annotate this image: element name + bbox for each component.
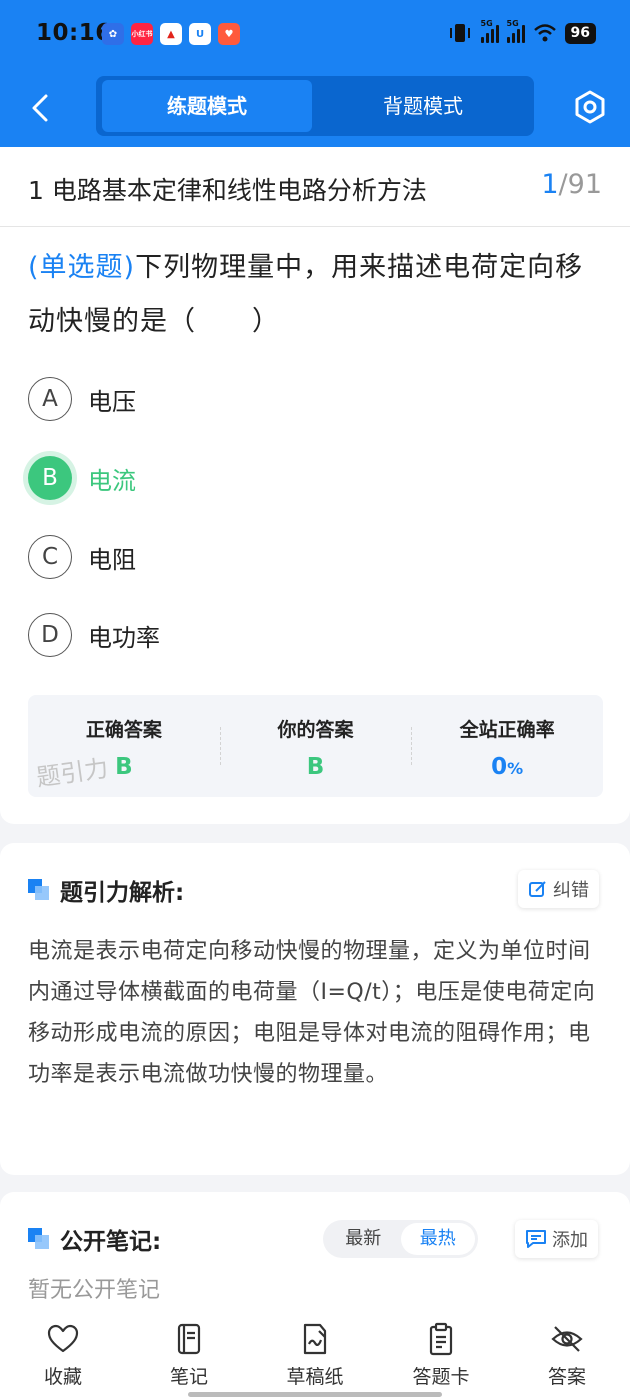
- heart-icon: [47, 1324, 79, 1353]
- notes-card: 公开笔记: 最新 最热 添加 暂无公开笔记: [0, 1192, 630, 1322]
- section-icon: [28, 879, 50, 901]
- option-text: 电压: [88, 387, 136, 416]
- option-letter: C: [28, 535, 72, 579]
- analysis-text: 电流是表示电荷定向移动快慢的物理量，定义为单位时间内通过导体横截面的电荷量（I=…: [28, 939, 596, 1087]
- notes-title: 公开笔记:: [60, 1229, 162, 1255]
- status-app-icons: ✿ 小红书 ▲ U ♥: [102, 23, 240, 45]
- top-bar: 10:16 ✿ 小红书 ▲ U ♥ 5G 5G 96 练题模式 背题模式: [0, 0, 630, 147]
- tab-hottest[interactable]: 最热: [400, 1223, 475, 1255]
- tab-newest[interactable]: 最新: [326, 1223, 401, 1255]
- question-text: (单选题)下列物理量中，用来描述电荷定向移动快慢的是（ ）: [28, 252, 584, 337]
- tab-practice-mode[interactable]: 练题模式: [102, 80, 312, 132]
- clipboard-icon: [429, 1322, 453, 1356]
- app-icon: ♥: [218, 23, 240, 45]
- stat-accuracy-rate: 全站正确率 0%: [411, 695, 603, 797]
- your-answer-value: B: [306, 754, 325, 780]
- option-c[interactable]: C 电阻: [28, 534, 136, 580]
- battery-indicator: 96: [564, 22, 596, 44]
- analysis-header: 题引力解析:: [28, 873, 184, 907]
- chapter-title: 1 电路基本定律和线性电路分析方法: [28, 176, 427, 205]
- bottom-toolbar: 收藏 笔记 草稿纸 答题卡 答案: [0, 1314, 630, 1400]
- option-letter: D: [28, 613, 72, 657]
- option-a[interactable]: A 电压: [28, 376, 136, 422]
- stat-your-answer: 你的答案 B: [219, 695, 412, 797]
- option-letter: B: [28, 456, 72, 500]
- report-error-button[interactable]: 纠错: [518, 870, 599, 908]
- question-type: (单选题): [28, 252, 136, 283]
- edit-icon: [529, 881, 546, 897]
- accuracy-rate-value: 0%: [491, 754, 524, 780]
- option-text: 电流: [88, 466, 136, 495]
- app-icon: U: [189, 23, 211, 45]
- section-icon: [28, 1228, 50, 1250]
- signal-icon: 5G: [480, 19, 499, 43]
- back-icon[interactable]: [26, 88, 56, 128]
- notebook-icon: [177, 1323, 201, 1355]
- stat-correct-answer: 正确答案 B 题引力: [28, 695, 220, 797]
- notes-header: 公开笔记:: [28, 1222, 161, 1256]
- signal-icon: 5G: [506, 19, 525, 43]
- analysis-card: 题引力解析: 纠错 电流是表示电荷定向移动快慢的物理量，定义为单位时间内通过导体…: [0, 843, 630, 1175]
- option-text: 电阻: [88, 545, 136, 574]
- notes-sort-switch: 最新 最热: [323, 1220, 478, 1258]
- status-bar: 10:16 ✿ 小红书 ▲ U ♥ 5G 5G 96: [0, 0, 630, 70]
- vibrate-icon: [449, 24, 470, 42]
- note-button[interactable]: 笔记: [126, 1314, 252, 1400]
- question-counter: 1/91: [541, 169, 602, 200]
- app-icon: ✿: [102, 23, 124, 45]
- xiaohongshu-icon: 小红书: [131, 23, 153, 45]
- app-icon: ▲: [160, 23, 182, 45]
- home-indicator: [188, 1392, 442, 1397]
- empty-notes-text: 暂无公开笔记: [28, 1278, 161, 1303]
- status-right: 5G 5G 96: [447, 19, 596, 44]
- eye-off-icon: [551, 1326, 583, 1352]
- tab-recite-mode[interactable]: 背题模式: [318, 80, 528, 132]
- analysis-title: 题引力解析:: [60, 880, 185, 906]
- question-card: (单选题)下列物理量中，用来描述电荷定向移动快慢的是（ ） A 电压 B 电流 …: [0, 227, 630, 824]
- comment-icon: [526, 1230, 546, 1248]
- favorite-button[interactable]: 收藏: [0, 1314, 126, 1400]
- chapter-header: 1 电路基本定律和线性电路分析方法 1/91: [0, 147, 630, 227]
- draft-icon: [303, 1323, 327, 1355]
- answer-stats: 正确答案 B 题引力 你的答案 B 全站正确率 0%: [28, 695, 603, 797]
- settings-icon[interactable]: [573, 90, 607, 124]
- add-note-button[interactable]: 添加: [515, 1220, 598, 1258]
- option-b[interactable]: B 电流: [28, 455, 136, 501]
- answer-card-button[interactable]: 答题卡: [378, 1314, 504, 1400]
- option-letter: A: [28, 377, 72, 421]
- draft-paper-button[interactable]: 草稿纸: [252, 1314, 378, 1400]
- mode-switch: 练题模式 背题模式: [96, 76, 534, 136]
- status-time: 10:16: [36, 20, 112, 46]
- option-d[interactable]: D 电功率: [28, 612, 160, 658]
- wifi-icon: [533, 24, 556, 42]
- option-text: 电功率: [88, 623, 160, 652]
- show-answer-button[interactable]: 答案: [504, 1314, 630, 1400]
